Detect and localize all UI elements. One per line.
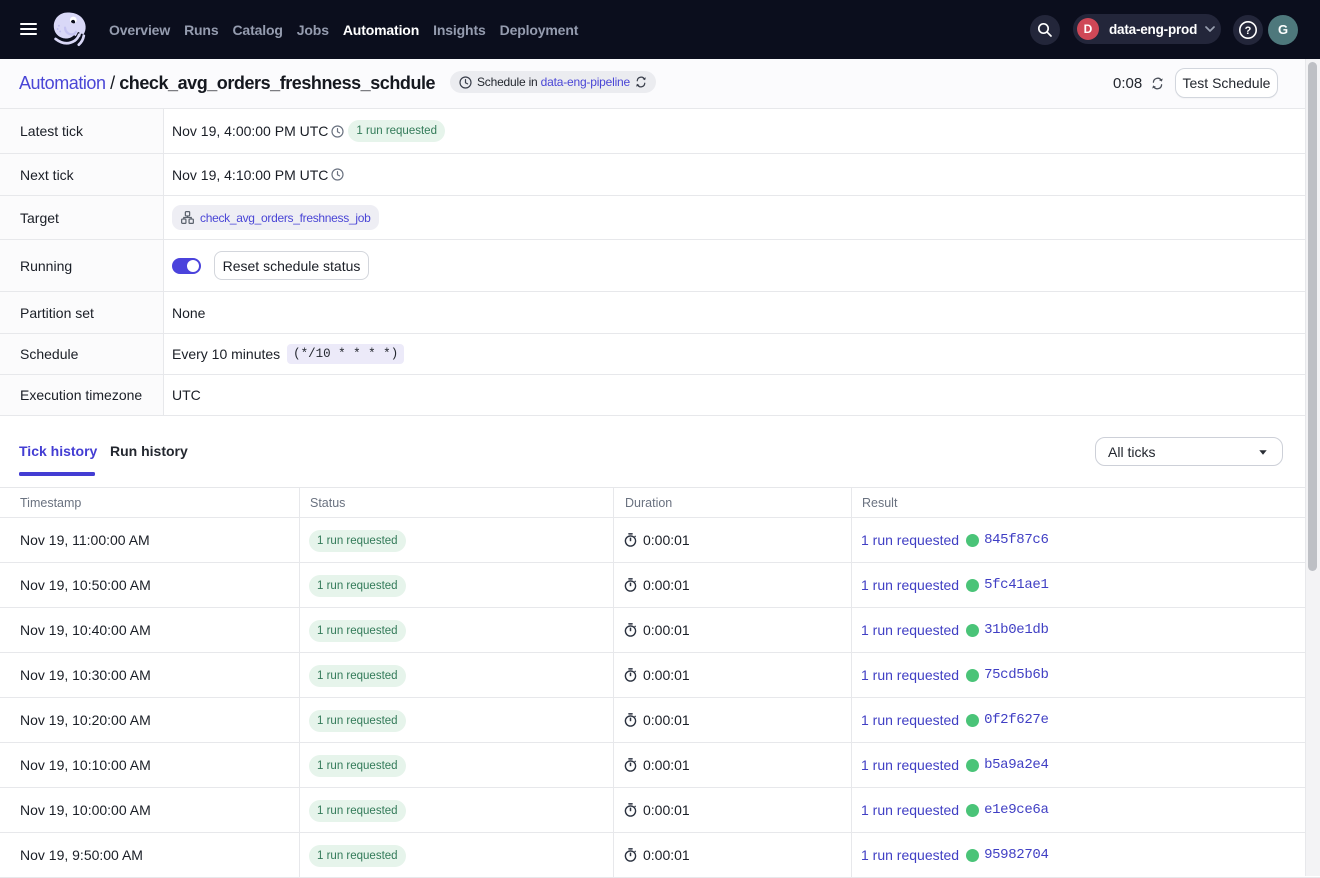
svg-text:?: ? [1245,25,1252,37]
